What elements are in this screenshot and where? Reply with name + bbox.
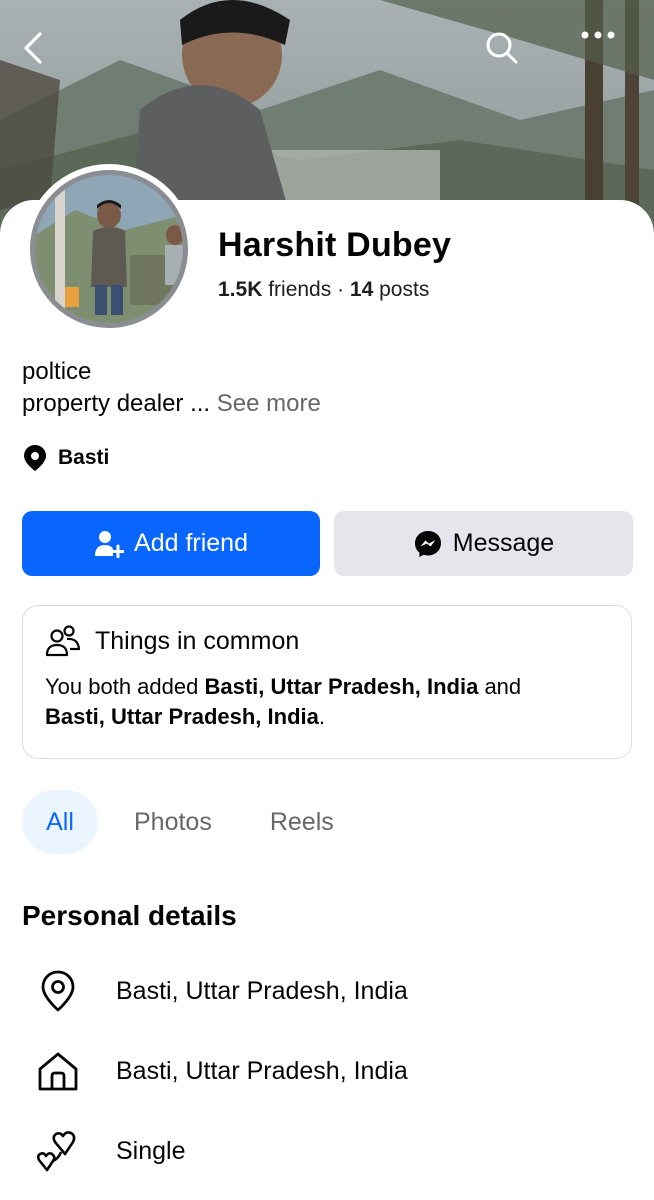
- detail-current-city[interactable]: Basti, Uttar Pradesh, India: [34, 967, 408, 1015]
- hometown-text: Basti, Uttar Pradesh, India: [116, 1056, 408, 1085]
- people-icon: [45, 625, 81, 657]
- profile-stats: 1.5K friends · 14 posts: [218, 278, 429, 302]
- message-label: Message: [452, 529, 555, 557]
- current-city-text: Basti, Uttar Pradesh, India: [116, 976, 408, 1005]
- profile-bio: poltice property dealer ... See more: [22, 356, 321, 420]
- personal-details-title: Personal details: [22, 900, 237, 931]
- relationship-text: Single: [116, 1136, 186, 1165]
- location-pin-icon: [24, 445, 46, 471]
- things-in-common-text: You both added Basti, Uttar Pradesh, Ind…: [45, 672, 609, 732]
- chevron-left-icon: [24, 32, 42, 64]
- profile-picture[interactable]: [24, 164, 194, 334]
- stats-separator: ·: [337, 278, 345, 301]
- hearts-icon: [34, 1127, 82, 1175]
- common-place-1: Basti, Uttar Pradesh, India: [204, 674, 479, 699]
- add-person-icon: [95, 530, 125, 558]
- bio-line-1: poltice: [22, 358, 92, 385]
- see-more-link[interactable]: See more: [217, 390, 321, 417]
- message-button[interactable]: Message: [334, 511, 633, 576]
- messenger-icon: [414, 530, 441, 557]
- tab-all[interactable]: All: [22, 790, 98, 854]
- things-in-common-title: Things in common: [95, 626, 300, 655]
- bio-text: property dealer ...: [22, 390, 217, 417]
- common-prefix: You both added: [45, 674, 205, 699]
- posts-count: 14: [349, 278, 374, 301]
- location-text: Basti: [58, 446, 110, 469]
- tab-reels[interactable]: Reels: [270, 790, 334, 854]
- friends-count[interactable]: 1.5K: [218, 278, 262, 301]
- friends-label[interactable]: friends: [268, 278, 331, 301]
- avatar: [30, 170, 188, 328]
- posts-label: posts: [379, 278, 430, 301]
- back-button[interactable]: [18, 30, 66, 78]
- profile-name: Harshit Dubey: [218, 226, 452, 264]
- location-pin-icon: [34, 967, 82, 1015]
- things-in-common-card[interactable]: Things in common You both added Basti, U…: [22, 605, 632, 759]
- detail-hometown[interactable]: Basti, Uttar Pradesh, India: [34, 1047, 408, 1095]
- things-in-common-header: Things in common: [45, 624, 609, 658]
- profile-tabs: All Photos Reels: [22, 790, 334, 854]
- common-suffix: .: [318, 704, 325, 729]
- search-icon: [486, 32, 518, 64]
- more-options-button[interactable]: [580, 30, 628, 78]
- add-friend-label: Add friend: [134, 529, 248, 557]
- tab-photos[interactable]: Photos: [134, 790, 212, 854]
- more-dots-icon: [581, 31, 615, 39]
- common-place-2: Basti, Uttar Pradesh, India: [45, 704, 319, 729]
- profile-location: Basti: [22, 444, 109, 472]
- home-icon: [34, 1047, 82, 1095]
- common-mid: and: [478, 674, 522, 699]
- add-friend-button[interactable]: Add friend: [22, 511, 320, 576]
- bio-line-2: property dealer ... See more: [22, 388, 321, 420]
- detail-relationship[interactable]: Single: [34, 1127, 186, 1175]
- search-button[interactable]: [484, 30, 532, 78]
